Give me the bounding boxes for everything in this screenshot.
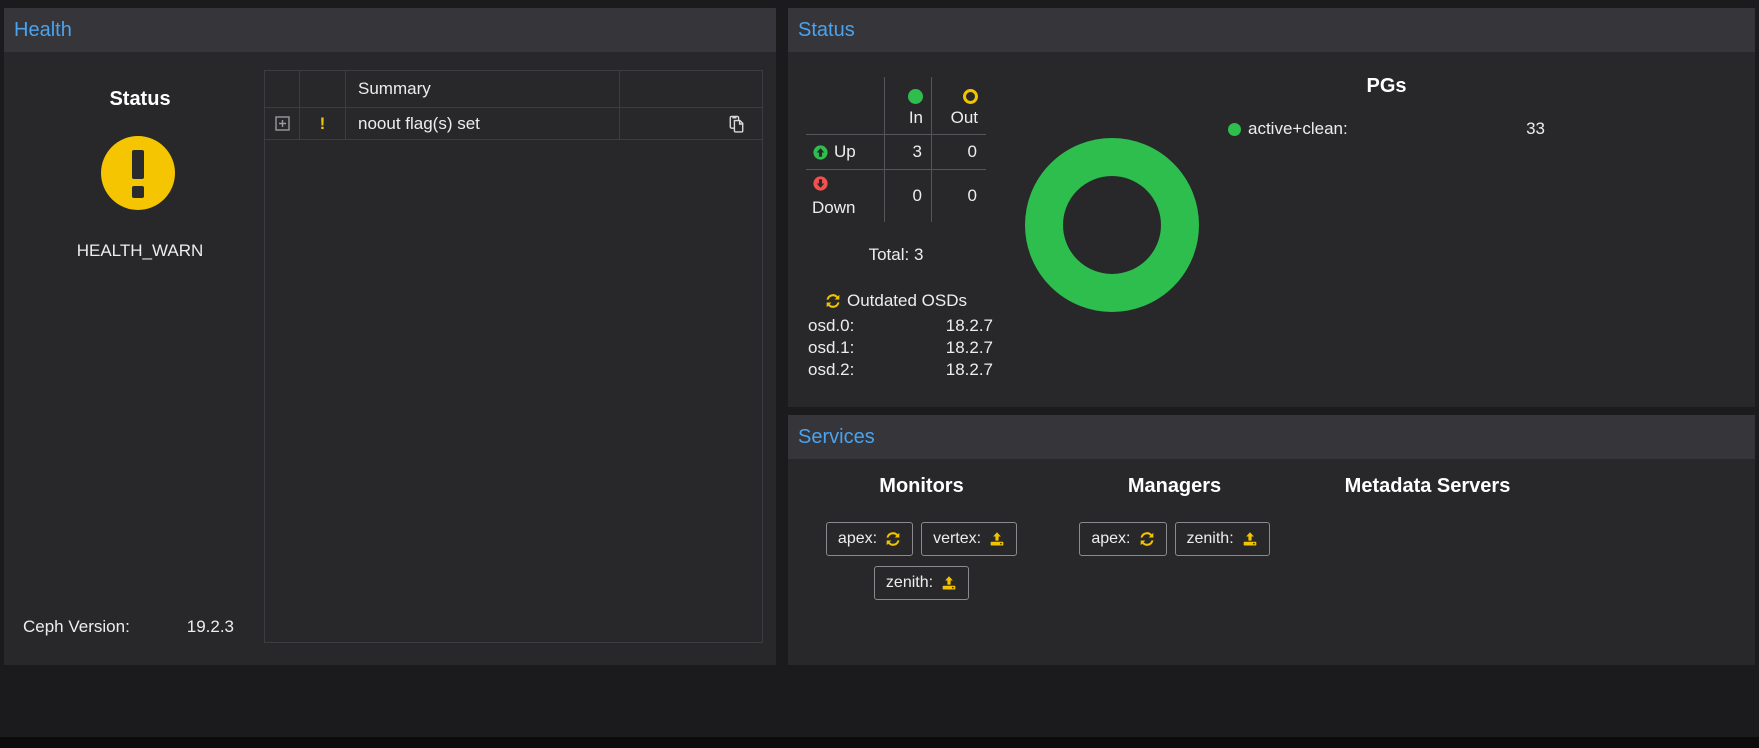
pgs-legend-value: 33 — [1526, 119, 1545, 139]
pgs-legend-row: active+clean: 33 — [1228, 119, 1545, 139]
active-clean-dot-icon — [1228, 123, 1241, 136]
bottom-bar — [0, 737, 1759, 748]
osd-total: Total: 3 — [806, 245, 986, 265]
service-name: apex: — [1091, 530, 1130, 548]
osd-in-column-header: In — [884, 77, 931, 134]
osd-down-out-value: 0 — [931, 169, 986, 222]
monitors-heading: Monitors — [795, 475, 1048, 498]
status-panel: Status In Out Up 3 0 — [788, 8, 1755, 407]
osd-in-out-table: In Out Up 3 0 — [806, 77, 986, 222]
warning-severity-icon: ! — [320, 114, 326, 134]
upload-icon — [941, 575, 957, 591]
osd-name: osd.1: — [808, 338, 854, 358]
osd-version: 18.2.7 — [946, 360, 993, 380]
outdated-osds-heading: Outdated OSDs — [847, 291, 967, 311]
refresh-icon — [825, 293, 841, 309]
monitor-badge-vertex: vertex: — [921, 522, 1017, 556]
list-item: osd.0: 18.2.7 — [808, 315, 993, 337]
action-column-header — [620, 71, 762, 107]
service-name: zenith: — [886, 574, 933, 592]
warning-exclamation-dot — [132, 186, 144, 198]
status-panel-title: Status — [788, 8, 1755, 52]
copy-button[interactable] — [728, 115, 745, 133]
osd-name: osd.2: — [808, 360, 854, 380]
services-panel-title: Services — [788, 415, 1755, 459]
outdated-osds-list: osd.0: 18.2.7 osd.1: 18.2.7 osd.2: 18.2.… — [808, 315, 993, 381]
health-status-heading: Status — [4, 88, 276, 111]
metadata-servers-heading: Metadata Servers — [1301, 475, 1554, 498]
up-label: Up — [834, 142, 856, 162]
osd-out-column-header: Out — [931, 77, 986, 134]
expander-column-header — [265, 71, 300, 107]
osd-version: 18.2.7 — [946, 338, 993, 358]
severity-column-header — [300, 71, 346, 107]
table-row[interactable]: ! noout flag(s) set — [265, 108, 762, 140]
service-name: vertex: — [933, 530, 981, 548]
manager-badge-zenith: zenith: — [1175, 522, 1270, 556]
osd-name: osd.0: — [808, 316, 854, 336]
osd-version: 18.2.7 — [946, 316, 993, 336]
list-item: osd.2: 18.2.7 — [808, 359, 993, 381]
ceph-version-label: Ceph Version: — [23, 617, 130, 637]
out-label: Out — [951, 108, 978, 128]
pgs-heading: PGs — [1228, 75, 1545, 98]
health-summary-text: noout flag(s) set — [346, 108, 620, 139]
warning-exclamation-bar — [132, 150, 144, 179]
osd-table-corner-cell — [806, 77, 884, 134]
osd-up-row-label: Up — [806, 134, 884, 169]
refresh-icon — [1139, 531, 1155, 547]
circle-arrow-up-icon — [812, 144, 829, 161]
health-table-header-row: Summary — [265, 71, 762, 108]
osd-up-in-value: 3 — [884, 134, 931, 169]
list-item: osd.1: 18.2.7 — [808, 337, 993, 359]
upload-icon — [989, 531, 1005, 547]
osd-down-in-value: 0 — [884, 169, 931, 222]
osd-down-row-label: Down — [806, 169, 884, 222]
upload-icon — [1242, 531, 1258, 547]
health-panel: Health Status HEALTH_WARN Summary — [4, 8, 776, 665]
pgs-legend-label: active+clean: — [1248, 119, 1348, 139]
down-label: Down — [812, 197, 884, 218]
monitor-badge-zenith: zenith: — [874, 566, 969, 600]
service-name: zenith: — [1187, 530, 1234, 548]
refresh-icon — [885, 531, 901, 547]
services-panel: Services Monitors apex: vertex: — [788, 415, 1755, 665]
summary-column-header: Summary — [346, 71, 620, 107]
ceph-version-value: 19.2.3 — [187, 617, 234, 637]
pgs-donut-chart — [1025, 138, 1199, 312]
health-panel-title: Health — [4, 8, 776, 52]
service-name: apex: — [838, 530, 877, 548]
health-status-value: HEALTH_WARN — [4, 241, 276, 261]
manager-badge-apex: apex: — [1079, 522, 1166, 556]
in-dot-icon — [908, 89, 923, 104]
expand-row-button[interactable] — [275, 116, 290, 131]
health-summary-table: Summary ! noout flag(s) set — [264, 70, 763, 643]
health-warning-icon — [101, 136, 175, 210]
osd-up-out-value: 0 — [931, 134, 986, 169]
in-label: In — [909, 108, 923, 128]
monitor-badge-apex: apex: — [826, 522, 913, 556]
circle-arrow-down-icon — [812, 175, 829, 192]
out-ring-icon — [963, 89, 978, 104]
managers-heading: Managers — [1048, 475, 1301, 498]
